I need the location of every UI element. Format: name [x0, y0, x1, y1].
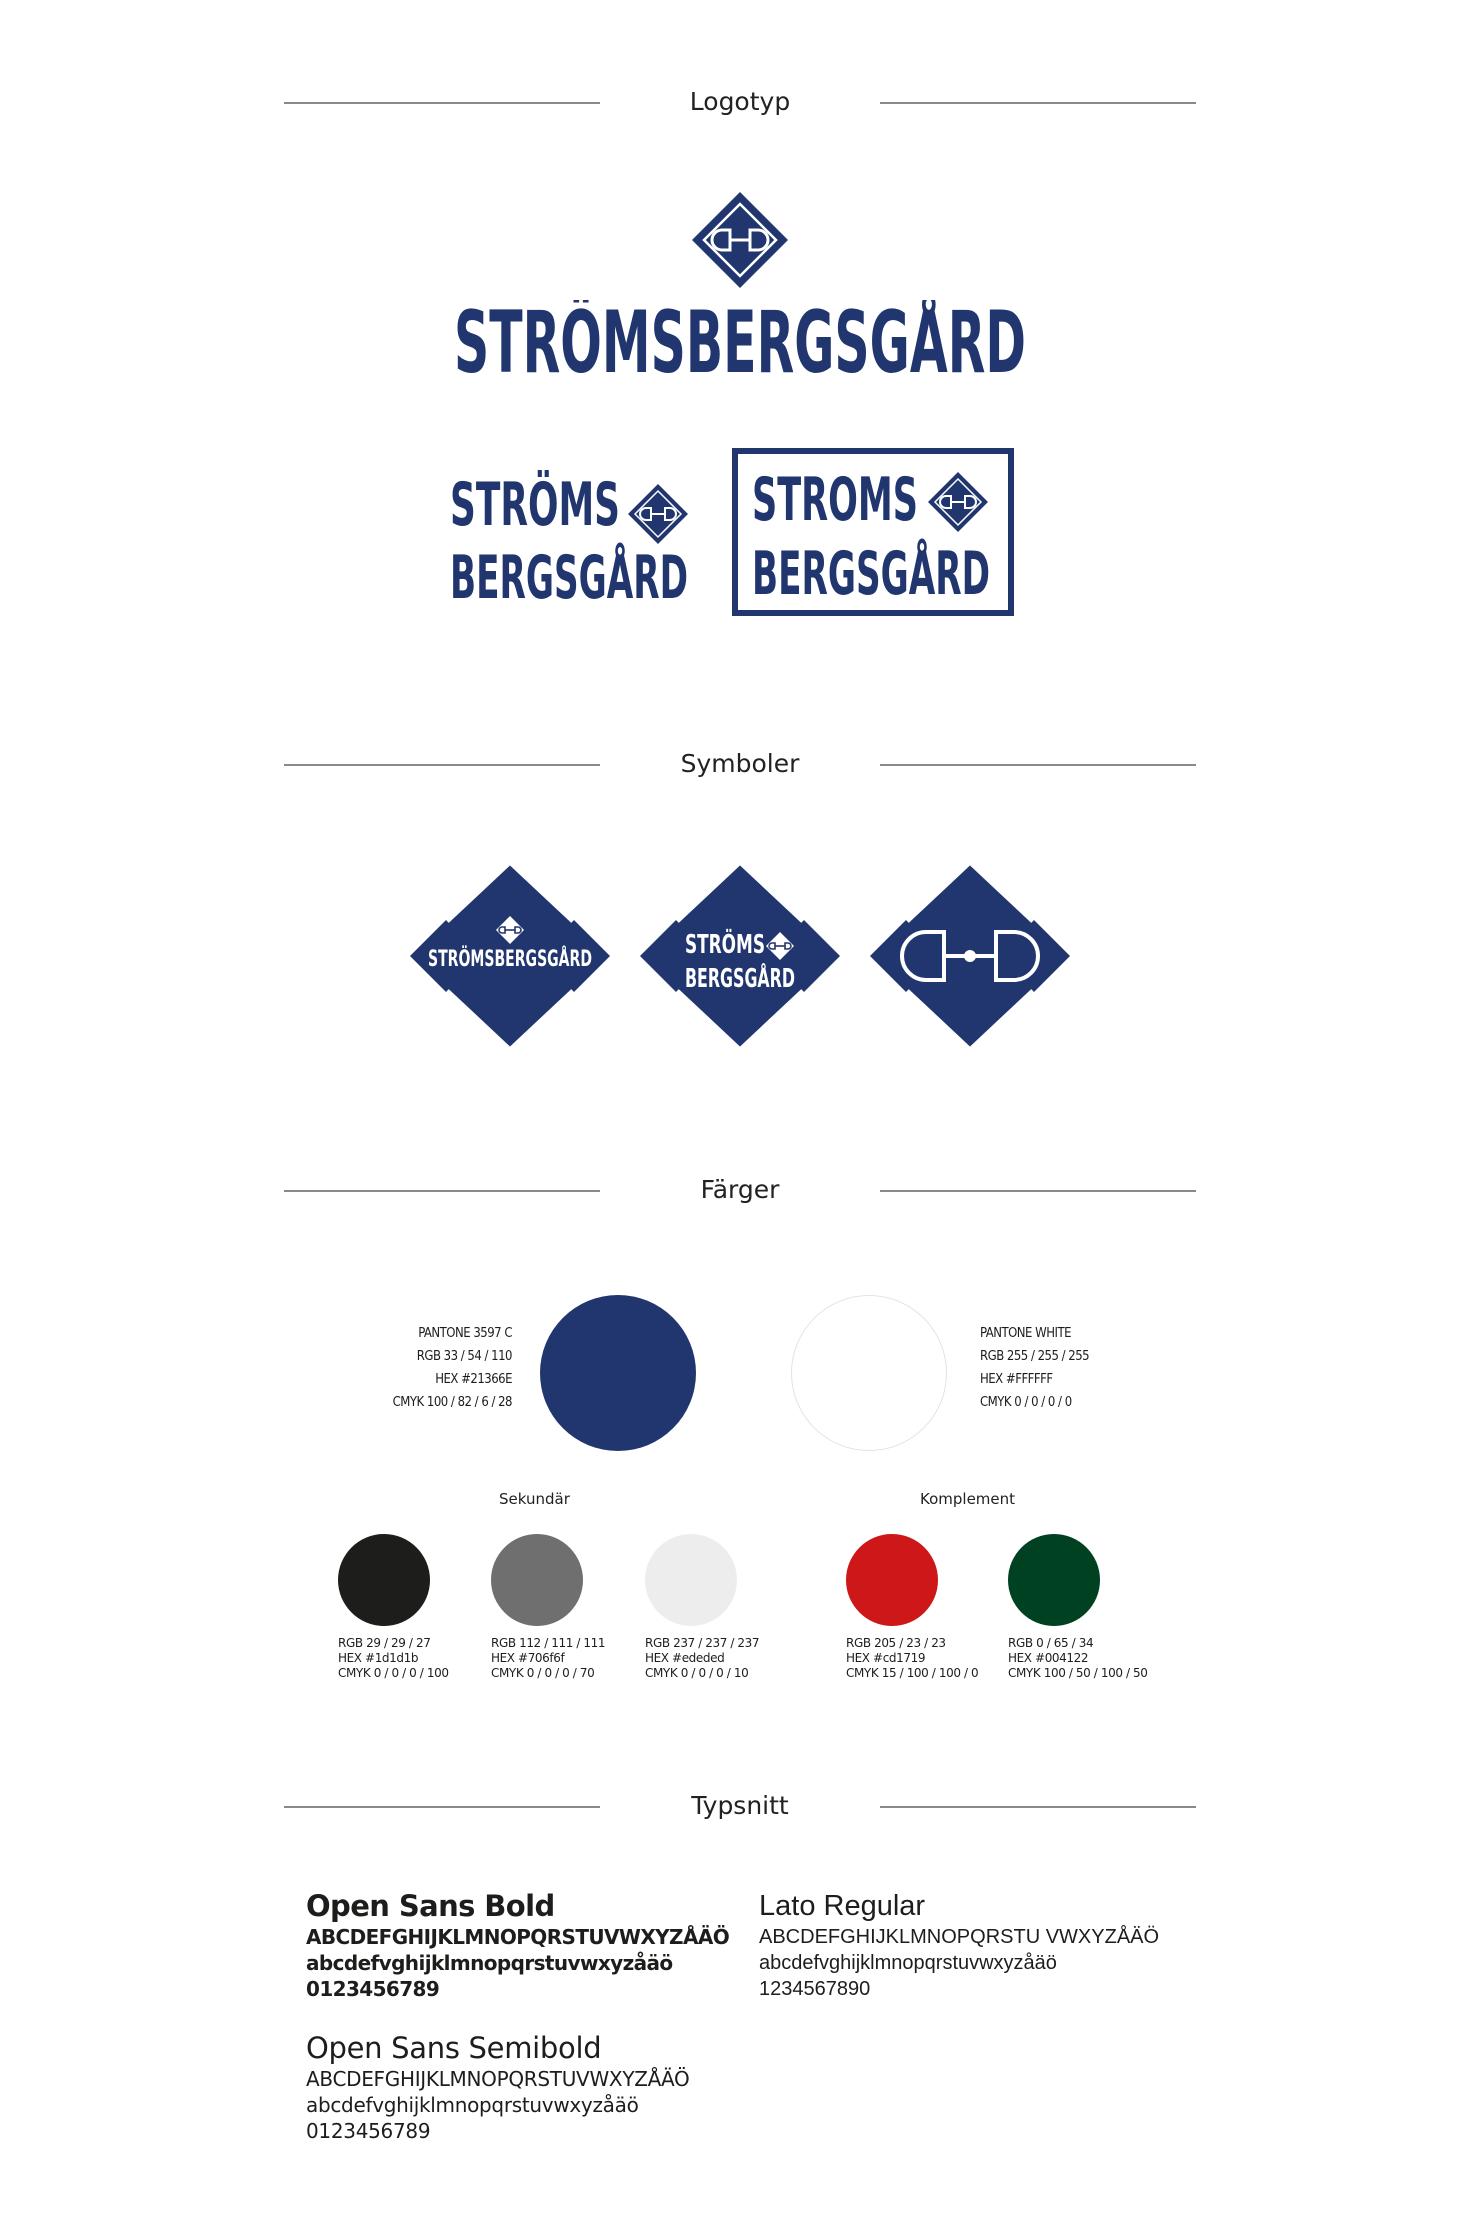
white-color-swatch — [791, 1295, 947, 1451]
logo-boxed-line1: STROMS — [752, 465, 918, 535]
swatch-spec: RGB 29 / 29 / 27 HEX #1d1d1b CMYK 0 / 0 … — [338, 1636, 449, 1681]
swatch-secondary-light-gray — [645, 1534, 737, 1626]
logo-boxed: STROMS BERGSGÅRD — [732, 448, 1014, 616]
font-name: Open Sans Semibold — [306, 2031, 602, 2065]
hex-text: HEX #1d1d1b — [338, 1651, 419, 1665]
cmyk-text: CMYK 15 / 100 / 100 / 0 — [846, 1666, 979, 1680]
cmyk-text: CMYK 0 / 0 / 0 / 10 — [645, 1666, 749, 1680]
cmyk-text: CMYK 0 / 0 / 0 / 70 — [491, 1666, 595, 1680]
rgb-text: RGB 112 / 111 / 111 — [491, 1636, 606, 1650]
rgb-text: RGB 255 / 255 / 255 — [980, 1349, 1090, 1364]
logo-stacked-line2: BERGSGÅRD — [450, 542, 688, 606]
font-sample-lato-regular: Lato Regular ABCDEFGHIJKLMNOPQRSTU VWXYZ… — [759, 1888, 1159, 2002]
font-digits: 0123456789 — [306, 1977, 440, 2001]
pantone-text: PANTONE WHITE — [980, 1326, 1072, 1341]
rgb-text: RGB 0 / 65 / 34 — [1008, 1636, 1094, 1650]
hex-text: HEX #21366E — [435, 1372, 512, 1387]
symbol-badge-stacked: STRÖMS BERGSGÅRD — [640, 856, 840, 1056]
font-digits: 1234567890 — [759, 1978, 871, 2000]
logo-boxed-line2: BERGSGÅRD — [752, 538, 990, 609]
cmyk-text: CMYK 100 / 50 / 100 / 50 — [1008, 1666, 1148, 1680]
logo-wordmark: STRÖMSBERGSGÅRD — [454, 300, 1026, 380]
hex-text: HEX #FFFFFF — [980, 1372, 1053, 1387]
rgb-text: RGB 205 / 23 / 23 — [846, 1636, 946, 1650]
font-lowercase: abcdefvghijklmnopqrstuvwxyzåäö — [306, 2093, 639, 2117]
divider-line — [880, 102, 1196, 104]
badge-stacked-line1: STRÖMS — [685, 927, 765, 960]
font-uppercase: ABCDEFGHIJKLMNOPQRSTUVWXYZÅÄÖ — [306, 2067, 690, 2091]
section-header-logotyp: Logotyp — [284, 84, 1196, 120]
font-lowercase: abcdefvghijklmnopqrstuvwxyzåäö — [759, 1952, 1057, 1974]
divider-line — [880, 1190, 1196, 1192]
swatch-spec: RGB 0 / 65 / 34 HEX #004122 CMYK 100 / 5… — [1008, 1636, 1148, 1681]
font-name: Open Sans Bold — [306, 1889, 555, 1923]
hex-text: HEX #004122 — [1008, 1651, 1089, 1665]
section-header-farger: Färger — [284, 1172, 1196, 1208]
pantone-text: PANTONE 3597 C — [418, 1326, 512, 1341]
swatch-secondary-black — [338, 1534, 430, 1626]
cmyk-text: CMYK 0 / 0 / 0 / 100 — [338, 1666, 449, 1680]
section-header-symboler: Symboler — [284, 746, 1196, 782]
divider-line — [880, 764, 1196, 766]
logo-diamond-mark — [692, 192, 788, 288]
logo-stacked-diamond-icon — [628, 484, 688, 544]
symbol-badge-bit — [870, 856, 1070, 1056]
swatch-spec: RGB 205 / 23 / 23 HEX #cd1719 CMYK 15 / … — [846, 1636, 979, 1681]
swatch-spec: RGB 237 / 237 / 237 HEX #ededed CMYK 0 /… — [645, 1636, 760, 1681]
rgb-text: RGB 237 / 237 / 237 — [645, 1636, 760, 1650]
swatch-complement-red — [846, 1534, 938, 1626]
cmyk-text: CMYK 0 / 0 / 0 / 0 — [980, 1395, 1072, 1410]
hex-text: HEX #706f6f — [491, 1651, 565, 1665]
swatch-spec: RGB 112 / 111 / 111 HEX #706f6f CMYK 0 /… — [491, 1636, 606, 1681]
cmyk-text: CMYK 100 / 82 / 6 / 28 — [392, 1395, 513, 1410]
font-uppercase: ABCDEFGHIJKLMNOPQRSTUVWXYZÅÄÖ — [306, 1925, 730, 1949]
swatch-complement-green — [1008, 1534, 1100, 1626]
logo-boxed-diamond-icon — [928, 472, 988, 532]
symbol-badge-wordmark: STRÖMSBERGSGÅRD — [410, 856, 610, 1056]
swatch-secondary-gray — [491, 1534, 583, 1626]
section-header-typsnitt: Typsnitt — [284, 1788, 1196, 1824]
font-sample-open-sans-semibold: Open Sans Semibold ABCDEFGHIJKLMNOPQRSTU… — [306, 2030, 690, 2144]
font-uppercase: ABCDEFGHIJKLMNOPQRSTU VWXYZÅÄÖ — [759, 1926, 1160, 1948]
complement-label: Komplement — [920, 1490, 1016, 1508]
primary-color-swatch — [540, 1295, 696, 1451]
logo-stacked-line1: STRÖMS — [450, 470, 620, 540]
divider-line — [880, 1806, 1196, 1808]
hex-text: HEX #cd1719 — [846, 1651, 926, 1665]
font-digits: 0123456789 — [306, 2119, 431, 2143]
font-name: Lato Regular — [759, 1890, 926, 1922]
primary-color-spec: PANTONE 3597 C RGB 33 / 54 / 110 HEX #21… — [340, 1322, 513, 1414]
logo-wordmark-text: STRÖMSBERGSGÅRD — [454, 300, 1026, 380]
rgb-text: RGB 29 / 29 / 27 — [338, 1636, 431, 1650]
white-color-spec: PANTONE WHITE RGB 255 / 255 / 255 HEX #F… — [980, 1322, 1160, 1414]
hex-text: HEX #ededed — [645, 1651, 725, 1665]
badge-wordmark-text: STRÖMSBERGSGÅRD — [428, 946, 592, 972]
rgb-text: RGB 33 / 54 / 110 — [416, 1349, 513, 1364]
secondary-label: Sekundär — [499, 1490, 570, 1508]
font-lowercase: abcdefvghijklmnopqrstuvwxyzåäö — [306, 1951, 673, 1975]
font-sample-open-sans-bold: Open Sans Bold ABCDEFGHIJKLMNOPQRSTUVWXY… — [306, 1888, 730, 2002]
badge-stacked-line2: BERGSGÅRD — [685, 962, 795, 994]
logo-stacked: STRÖMS BERGSGÅRD — [450, 470, 688, 606]
